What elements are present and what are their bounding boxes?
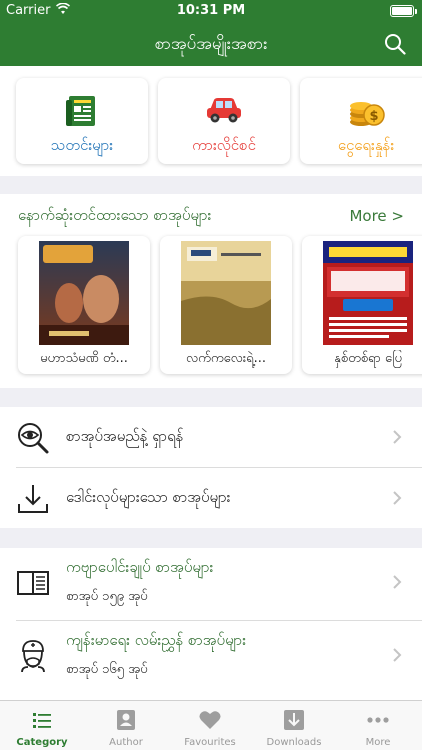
newspaper-icon xyxy=(16,94,148,126)
category-carousel[interactable]: သတင်းများ ကားလိုင်စင် $ ငွေရေးနှုန်း xyxy=(0,66,422,176)
menu-label: စာအုပ်အမည်နဲ့ ရှာရန် xyxy=(66,427,184,445)
chevron-right-icon xyxy=(392,574,402,590)
more-link[interactable]: More > xyxy=(349,207,404,225)
book-cover-image xyxy=(323,241,413,345)
recent-books-section: နောက်ဆုံးတင်ထားသော စာအုပ်များ More > မဟာ… xyxy=(0,194,422,388)
most-downloaded-row[interactable]: ဒေါင်းလုပ်များသော စာအုပ်များ xyxy=(0,468,422,528)
magnifier-eye-icon xyxy=(16,421,50,455)
book-cover-image xyxy=(181,241,271,345)
book-cover-image xyxy=(39,241,129,345)
page-title: စာအုပ်အမျိုးအစား xyxy=(154,34,268,54)
chevron-right-icon xyxy=(392,647,402,663)
tab-label: Author xyxy=(109,737,143,748)
tab-bar: Category Author Favourites Downloads Mor… xyxy=(0,700,422,750)
more-dots-icon xyxy=(366,709,390,731)
book-count: စာအုပ် ၁၅၉ အုပ် xyxy=(66,589,148,604)
section-title: နောက်ဆုံးတင်ထားသော စာအုပ်များ xyxy=(18,206,212,224)
doctor-icon xyxy=(16,639,50,673)
search-icon[interactable] xyxy=(384,33,406,55)
tab-label: Downloads xyxy=(266,737,322,748)
car-icon xyxy=(158,94,290,126)
battery-icon xyxy=(390,5,414,17)
tab-label: More xyxy=(365,737,391,748)
category-list: ကဗျာပေါင်းချုပ် စာအုပ်များ စာအုပ် ၁၅၉ အု… xyxy=(0,548,422,700)
list-item-health[interactable]: ကျန်းမာရေး လမ်းညွှန် စာအုပ်များ စာအုပ် ၁… xyxy=(0,621,422,693)
book-card[interactable]: မဟာသံမဏိ တံ... xyxy=(18,236,150,374)
author-icon xyxy=(114,709,138,731)
category-card-news[interactable]: သတင်းများ xyxy=(16,78,148,164)
menu-label: ဒေါင်းလုပ်များသော စာအုပ်များ xyxy=(66,488,231,506)
book-title: နှစ်တစ်ရာ ပြေ xyxy=(334,351,402,366)
status-bar: Carrier 10:31 PM xyxy=(0,0,422,22)
list-item-poetry[interactable]: ကဗျာပေါင်းချုပ် စာအုပ်များ စာအုပ် ၁၅၉ အု… xyxy=(0,548,422,620)
download-tab-icon xyxy=(282,709,306,731)
svg-text:$: $ xyxy=(369,109,378,124)
open-book-icon xyxy=(16,566,50,600)
search-by-name-row[interactable]: စာအုပ်အမည်နဲ့ ရှာရန် xyxy=(0,407,422,467)
coins-icon: $ xyxy=(300,94,422,126)
chevron-right-icon xyxy=(392,490,402,506)
tab-category[interactable]: Category xyxy=(0,701,84,750)
tab-downloads[interactable]: Downloads xyxy=(252,701,336,750)
book-count: စာအုပ် ၁၆၅ အုပ် xyxy=(66,662,148,677)
tab-label: Category xyxy=(16,737,68,748)
category-label: ငွေရေးနှုန်း xyxy=(337,136,395,154)
category-title: ကျန်းမာရေး လမ်းညွှန် စာအုပ်များ xyxy=(66,631,247,649)
search-menu: စာအုပ်အမည်နဲ့ ရှာရန် ဒေါင်းလုပ်များသော စ… xyxy=(0,407,422,528)
heart-icon xyxy=(198,709,222,731)
list-icon xyxy=(30,709,54,731)
tab-favourites[interactable]: Favourites xyxy=(168,701,252,750)
book-card[interactable]: လက်ကလေးရဲ့... xyxy=(160,236,292,374)
navigation-bar: စာအုပ်အမျိုးအစား xyxy=(0,22,422,66)
tab-label: Favourites xyxy=(184,737,236,748)
category-card-car-license[interactable]: ကားလိုင်စင် xyxy=(158,78,290,164)
chevron-right-icon xyxy=(392,429,402,445)
tab-author[interactable]: Author xyxy=(84,701,168,750)
category-label: ကားလိုင်စင် xyxy=(192,136,256,154)
category-card-currency[interactable]: $ ငွေရေးနှုန်း xyxy=(300,78,422,164)
tab-more[interactable]: More xyxy=(336,701,420,750)
clock: 10:31 PM xyxy=(176,3,246,18)
book-title: မဟာသံမဏိ တံ... xyxy=(40,351,128,366)
category-label: သတင်းများ xyxy=(50,136,114,154)
book-title: လက်ကလေးရဲ့... xyxy=(185,351,267,366)
category-title: ကဗျာပေါင်းချုပ် စာအုပ်များ xyxy=(66,558,214,576)
book-card[interactable]: နှစ်တစ်ရာ ပြေ xyxy=(302,236,422,374)
download-icon xyxy=(16,482,50,516)
